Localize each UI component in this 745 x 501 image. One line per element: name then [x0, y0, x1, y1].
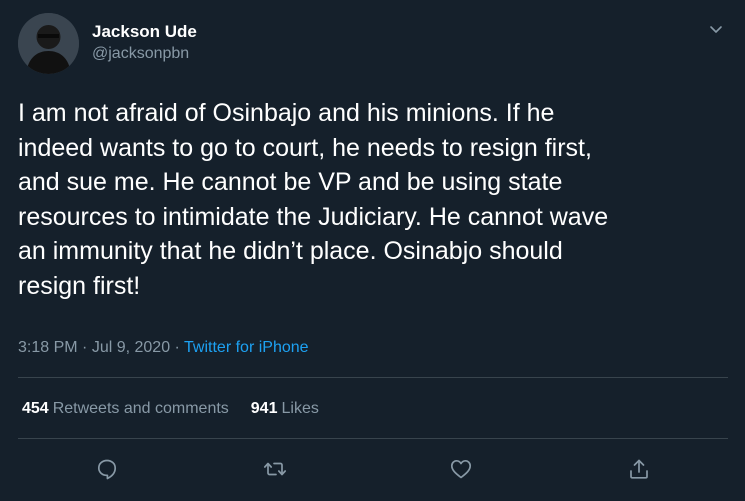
- share-icon: [630, 459, 648, 479]
- author-handle[interactable]: @jacksonpbn: [92, 43, 197, 65]
- meta-separator: ·: [170, 339, 185, 356]
- divider: [18, 438, 728, 439]
- author-names: Jackson Ude @jacksonpbn: [92, 21, 197, 65]
- chevron-down-icon[interactable]: [704, 17, 728, 41]
- meta-separator: ·: [77, 339, 92, 356]
- retweets-stat[interactable]: 454 Retweets and comments: [22, 398, 229, 420]
- tweet-detail: Jackson Ude @jacksonpbn I am not afraid …: [0, 0, 745, 501]
- retweets-count: 454: [22, 400, 49, 417]
- likes-label: Likes: [281, 400, 319, 417]
- avatar[interactable]: [18, 13, 79, 74]
- author-display-name[interactable]: Jackson Ude: [92, 21, 197, 43]
- heart-icon: [450, 459, 472, 479]
- reply-button[interactable]: [90, 452, 124, 486]
- likes-stat[interactable]: 941 Likes: [251, 398, 319, 420]
- tweet-date[interactable]: Jul 9, 2020: [92, 339, 170, 356]
- reply-icon: [97, 459, 117, 480]
- share-button[interactable]: [622, 452, 656, 486]
- tweet-text: I am not afraid of Osinbajo and his mini…: [18, 99, 609, 300]
- avatar-image: [18, 13, 79, 74]
- retweets-label: Retweets and comments: [52, 400, 229, 417]
- tweet-header: Jackson Ude @jacksonpbn: [18, 13, 728, 75]
- like-button[interactable]: [444, 452, 478, 486]
- tweet-stats: 454 Retweets and comments 941 Likes: [22, 398, 319, 420]
- likes-count: 941: [250, 400, 278, 417]
- retweet-button[interactable]: [258, 452, 292, 486]
- retweet-icon: [263, 462, 287, 476]
- tweet-time[interactable]: 3:18 PM: [18, 339, 78, 356]
- tweet-source-link[interactable]: Twitter for iPhone: [184, 339, 309, 356]
- tweet-metadata: 3:18 PM · Jul 9, 2020 · Twitter for iPho…: [18, 337, 309, 359]
- tweet-actions: [0, 452, 745, 486]
- divider: [18, 377, 728, 378]
